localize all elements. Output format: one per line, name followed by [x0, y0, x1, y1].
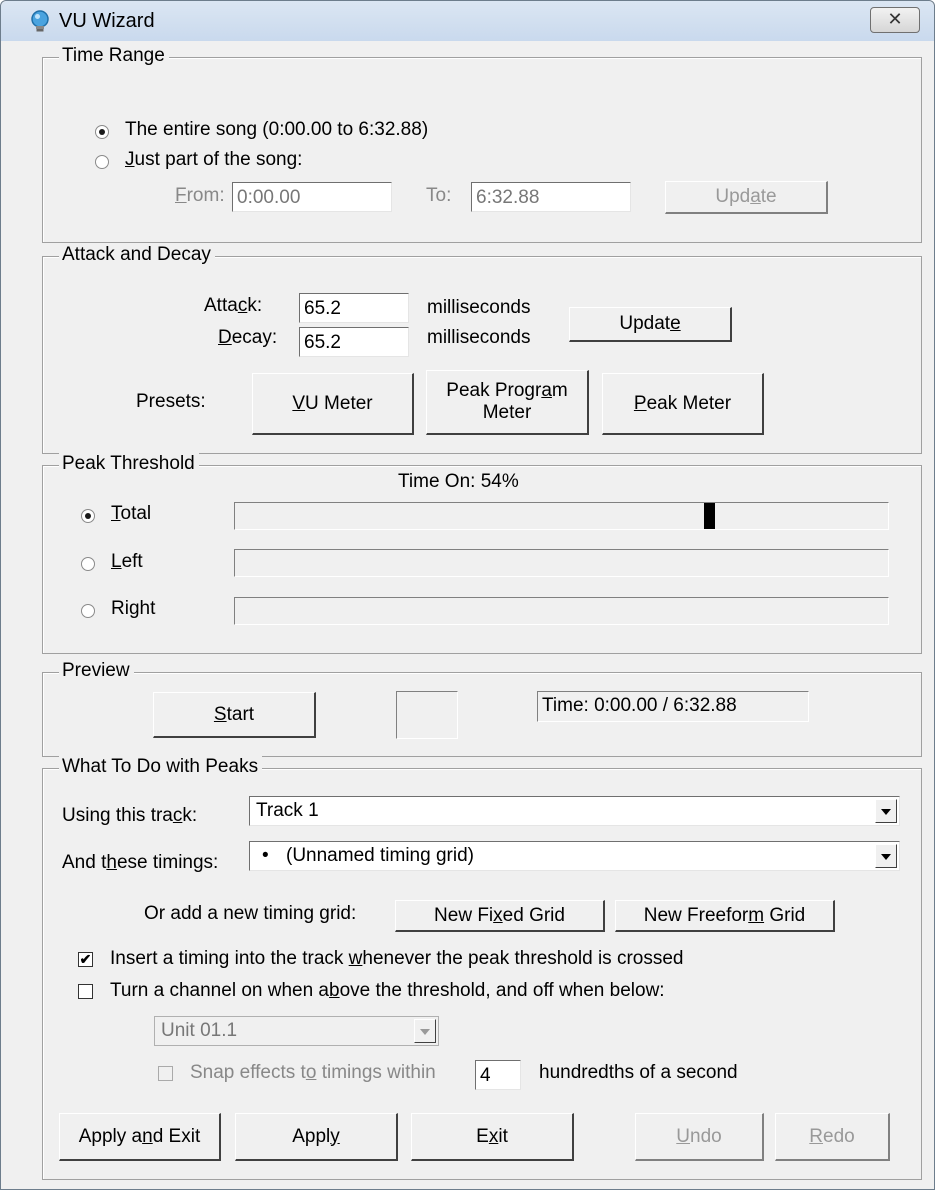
preview-time-display: Time: 0:00.00 / 6:32.88	[537, 691, 809, 722]
entire-song-radio[interactable]	[95, 125, 109, 139]
total-label[interactable]: Total	[111, 503, 151, 525]
time-range-update-button[interactable]: Upd a te	[665, 181, 828, 214]
left-threshold-slider[interactable]	[234, 549, 889, 577]
snap-input[interactable]: 4	[475, 1060, 521, 1090]
snap-checkbox[interactable]	[158, 1066, 173, 1081]
attack-input[interactable]: 65.2	[299, 293, 409, 323]
new-fixed-grid-button[interactable]: New Fixed Grid	[395, 900, 605, 932]
preview-start-button[interactable]: Start	[153, 692, 316, 738]
decay-input[interactable]: 65.2	[299, 327, 409, 357]
title-bar: VU Wizard ✕	[1, 1, 934, 41]
preview-time-text: Time: 0:00.00 / 6:32.88	[542, 695, 737, 716]
attack-decay-legend: Attack and Decay	[59, 244, 215, 266]
close-button[interactable]: ✕	[870, 7, 920, 33]
left-label[interactable]: Left	[111, 551, 143, 573]
attack-unit: milliseconds	[427, 297, 531, 318]
timings-select[interactable]: • (Unnamed timing grid)	[249, 841, 900, 871]
timings-label: And these timings:	[62, 852, 219, 873]
left-radio[interactable]	[81, 557, 95, 571]
track-select[interactable]: Track 1	[249, 796, 900, 826]
decay-label: Decay:	[218, 327, 278, 348]
decay-unit: milliseconds	[427, 327, 531, 348]
total-radio[interactable]	[81, 509, 95, 523]
chevron-down-icon[interactable]	[875, 844, 897, 868]
close-icon: ✕	[887, 9, 903, 29]
time-range-legend: Time Range	[59, 45, 169, 67]
chevron-down-icon[interactable]	[875, 799, 897, 823]
attack-label: Attack:	[204, 295, 263, 316]
turn-channel-label[interactable]: Turn a channel on when above the thresho…	[110, 980, 665, 1002]
preview-light-box	[396, 691, 458, 739]
peak-meter-preset-button[interactable]: Peak Meter	[602, 373, 764, 435]
total-slider-thumb[interactable]	[704, 503, 715, 529]
vu-meter-preset-button[interactable]: VU Meter	[252, 373, 414, 435]
turn-channel-checkbox[interactable]	[78, 984, 93, 999]
window-title: VU Wizard	[59, 10, 155, 32]
new-freeform-grid-button[interactable]: New Freeform Grid	[615, 900, 835, 932]
insert-timing-checkbox[interactable]: ✔	[78, 952, 93, 967]
peaks-legend: What To Do with Peaks	[59, 756, 263, 778]
apply-button[interactable]: Apply	[235, 1113, 398, 1161]
timing-bullet-icon: •	[262, 845, 269, 866]
channel-select[interactable]: Unit 01.1	[154, 1016, 439, 1046]
total-threshold-slider[interactable]	[234, 502, 889, 530]
presets-label: Presets:	[136, 391, 206, 412]
right-threshold-slider[interactable]	[234, 597, 889, 625]
part-song-label[interactable]: Just part of the song:	[125, 149, 302, 171]
part-song-radio[interactable]	[95, 155, 109, 169]
snap-label: Snap effects to timings within	[190, 1062, 436, 1083]
lightbulb-icon	[31, 10, 49, 32]
attack-decay-update-button[interactable]: Updat e	[569, 307, 732, 342]
from-label: From:	[175, 185, 225, 206]
snap-unit: hundredths of a second	[539, 1062, 738, 1083]
exit-button[interactable]: Exit	[411, 1113, 574, 1161]
redo-button[interactable]: Redo	[775, 1113, 890, 1161]
right-radio[interactable]	[81, 604, 95, 618]
undo-button[interactable]: Undo	[635, 1113, 764, 1161]
from-input[interactable]: 0:00.00	[232, 182, 392, 212]
peak-program-meter-preset-button[interactable]: Peak Program Meter	[426, 370, 589, 435]
right-label[interactable]: Right	[111, 598, 155, 620]
peak-threshold-legend: Peak Threshold	[59, 453, 199, 475]
time-on-label: Time On: 54%	[398, 471, 519, 492]
insert-timing-label[interactable]: Insert a timing into the track whenever …	[110, 948, 684, 970]
preview-legend: Preview	[59, 660, 134, 682]
add-grid-label: Or add a new timing grid:	[144, 903, 357, 924]
track-label: Using this track:	[62, 805, 198, 826]
apply-and-exit-button[interactable]: Apply and Exit	[59, 1113, 221, 1161]
vu-wizard-window: VU Wizard ✕ Time Range The entire song (…	[0, 0, 935, 1190]
to-input[interactable]: 6:32.88	[471, 182, 631, 212]
entire-song-label[interactable]: The entire song (0:00.00 to 6:32.88)	[125, 119, 428, 141]
chevron-down-icon[interactable]	[414, 1019, 436, 1043]
to-label: To:	[426, 185, 452, 206]
